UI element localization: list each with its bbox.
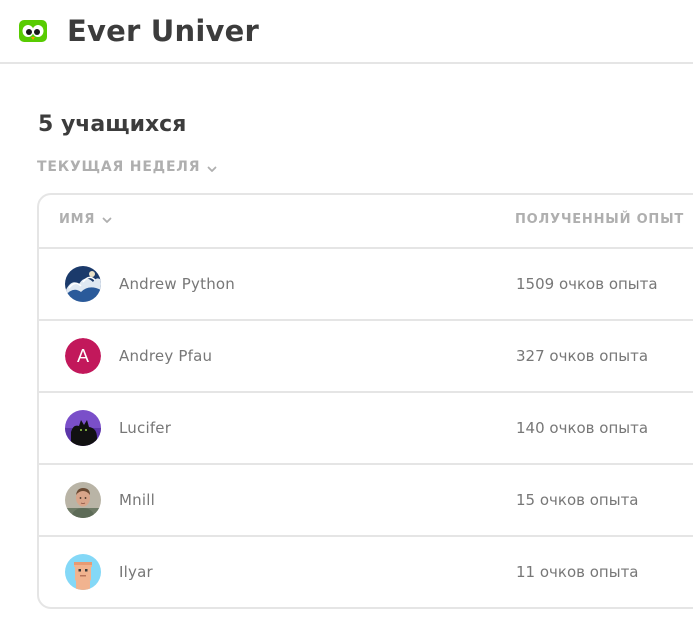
column-header-name: ИМЯ bbox=[59, 212, 96, 227]
table-row[interactable]: A Andrey Pfau 327 очков опыта bbox=[39, 321, 693, 393]
photo-wave-avatar bbox=[65, 266, 101, 302]
cartoon-face-avatar bbox=[65, 554, 101, 590]
student-xp: 140 очков опыта bbox=[516, 419, 649, 437]
period-filter-dropdown[interactable]: ТЕКУЩАЯ НЕДЕЛЯ bbox=[37, 157, 218, 177]
student-name: Lucifer bbox=[119, 419, 172, 437]
table-row[interactable]: Andrew Python 1509 очков опыта bbox=[39, 249, 693, 321]
student-xp: 327 очков опыта bbox=[516, 347, 649, 365]
student-name: Andrew Python bbox=[119, 275, 235, 293]
chevron-down-icon bbox=[206, 161, 218, 173]
table-header: ИМЯ ПОЛУЧЕННЫЙ ОПЫТ bbox=[39, 195, 693, 249]
letter-avatar: A bbox=[65, 338, 101, 374]
students-count: 5 учащихся bbox=[38, 112, 187, 137]
student-xp: 1509 очков опыта bbox=[516, 275, 658, 293]
avatar-letter: A bbox=[65, 338, 101, 374]
period-filter-label: ТЕКУЩАЯ НЕДЕЛЯ bbox=[37, 159, 201, 175]
chevron-down-icon bbox=[101, 214, 113, 226]
photo-cat-avatar bbox=[65, 410, 101, 446]
sort-by-name-button[interactable]: ИМЯ bbox=[59, 212, 113, 227]
table-row[interactable]: Ilyar 11 очков опыта bbox=[39, 537, 693, 607]
student-xp: 15 очков опыта bbox=[516, 491, 639, 509]
student-xp: 11 очков опыта bbox=[516, 563, 639, 581]
student-name: Mnill bbox=[119, 491, 155, 509]
students-table: ИМЯ ПОЛУЧЕННЫЙ ОПЫТ Andrew Python 1509 о… bbox=[37, 193, 693, 609]
duolingo-owl-icon[interactable] bbox=[18, 19, 48, 43]
column-header-xp[interactable]: ПОЛУЧЕННЫЙ ОПЫТ bbox=[515, 212, 684, 227]
student-name: Ilyar bbox=[119, 563, 153, 581]
table-row[interactable]: Mnill 15 очков опыта bbox=[39, 465, 693, 537]
table-row[interactable]: Lucifer 140 очков опыта bbox=[39, 393, 693, 465]
photo-person-avatar bbox=[65, 482, 101, 518]
class-title: Ever Univer bbox=[67, 14, 259, 48]
top-bar: Ever Univer bbox=[0, 0, 693, 64]
student-name: Andrey Pfau bbox=[119, 347, 213, 365]
